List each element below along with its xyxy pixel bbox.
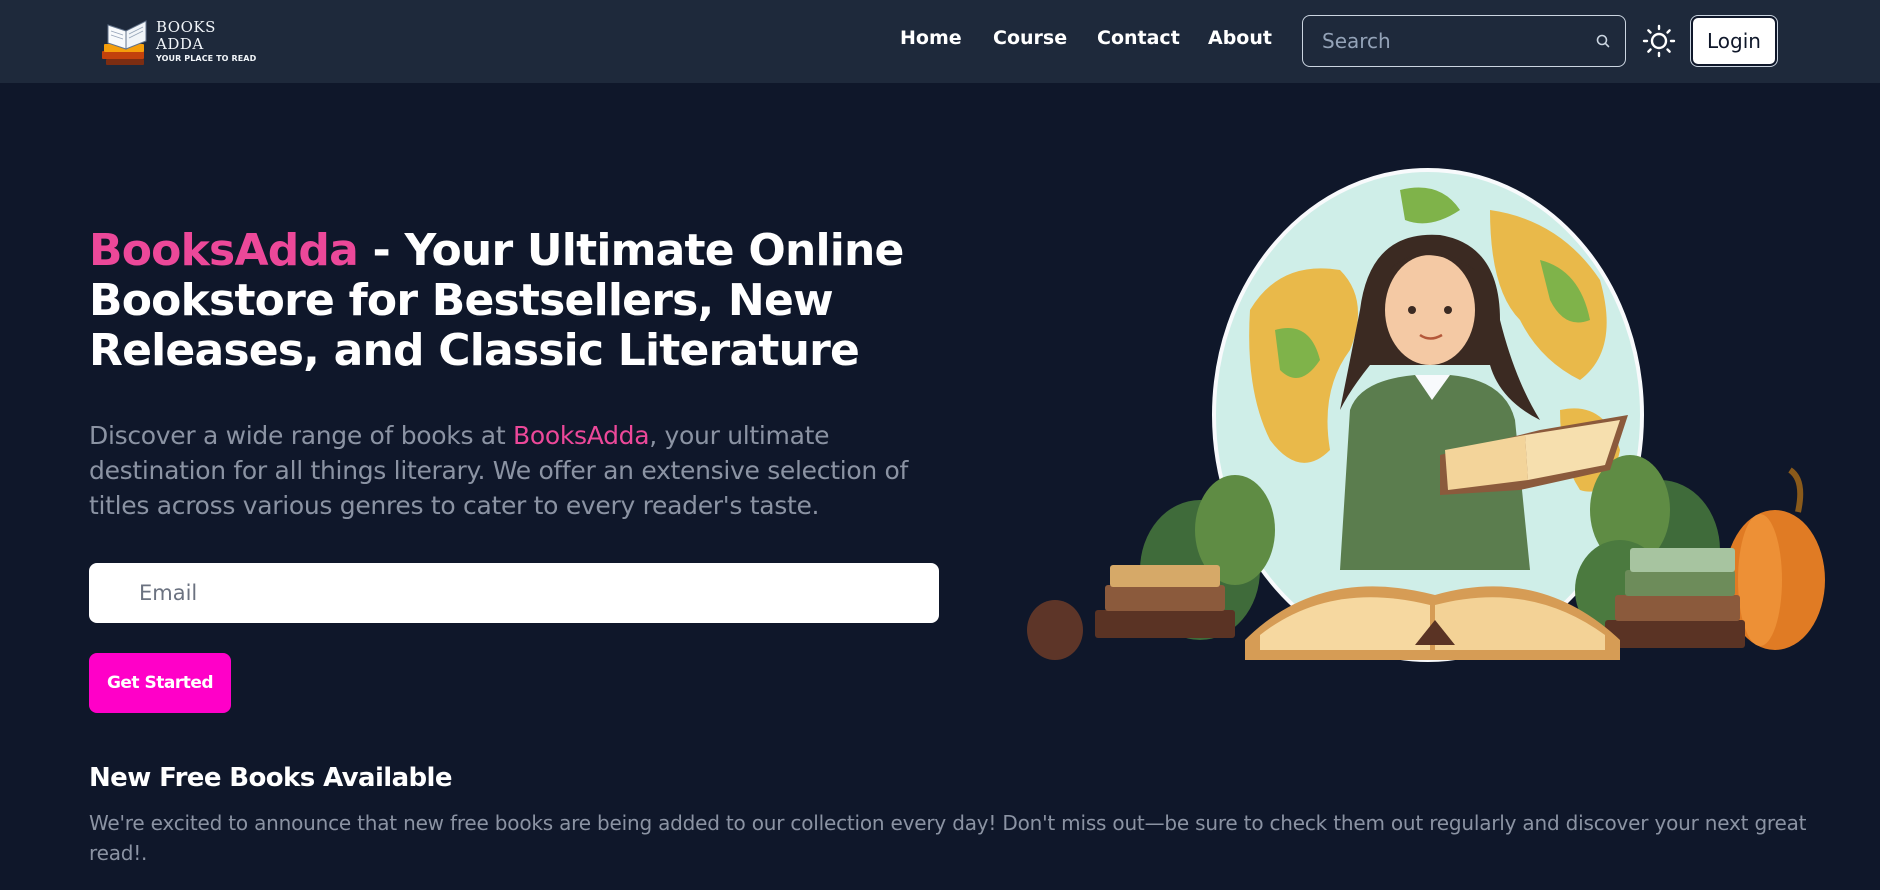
email-input[interactable] xyxy=(89,563,939,623)
hero-desc-brand: BooksAdda xyxy=(512,421,650,450)
free-books-text: We're excited to announce that new free … xyxy=(89,811,1807,865)
free-books-title: New Free Books Available xyxy=(89,763,452,793)
get-started-button[interactable]: Get Started xyxy=(89,653,231,713)
search-input[interactable] xyxy=(1322,29,1595,53)
search-box xyxy=(1302,15,1626,67)
logo-text: BOOKS ADDA YOUR PLACE TO READ xyxy=(156,17,257,63)
girl-reading-globe-illustration xyxy=(1027,168,1825,662)
login-button[interactable]: Login xyxy=(1691,16,1777,66)
logo-tagline: YOUR PLACE TO READ xyxy=(156,53,257,63)
hero-desc-before: Discover a wide range of books at xyxy=(89,421,513,450)
logo-line-2: ADDA xyxy=(156,34,204,53)
open-book-logo-icon xyxy=(102,20,147,65)
logo[interactable]: BOOKS ADDA YOUR PLACE TO READ xyxy=(98,10,258,72)
search-icon[interactable] xyxy=(1595,33,1611,49)
nav-link-about[interactable]: About xyxy=(1208,27,1272,49)
sun-icon[interactable] xyxy=(1642,24,1676,58)
nav-link-contact[interactable]: Contact xyxy=(1097,27,1180,49)
hero-description: Discover a wide range of books at BooksA… xyxy=(89,418,949,523)
hero-title: BooksAdda - Your Ultimate Online Booksto… xyxy=(89,226,919,376)
nav-link-course[interactable]: Course xyxy=(993,27,1067,49)
navbar: BOOKS ADDA YOUR PLACE TO READ Home Cours… xyxy=(0,0,1880,83)
logo-line-1: BOOKS xyxy=(156,17,216,36)
hero-title-brand: BooksAdda xyxy=(89,225,359,276)
nav-link-home[interactable]: Home xyxy=(900,27,962,49)
